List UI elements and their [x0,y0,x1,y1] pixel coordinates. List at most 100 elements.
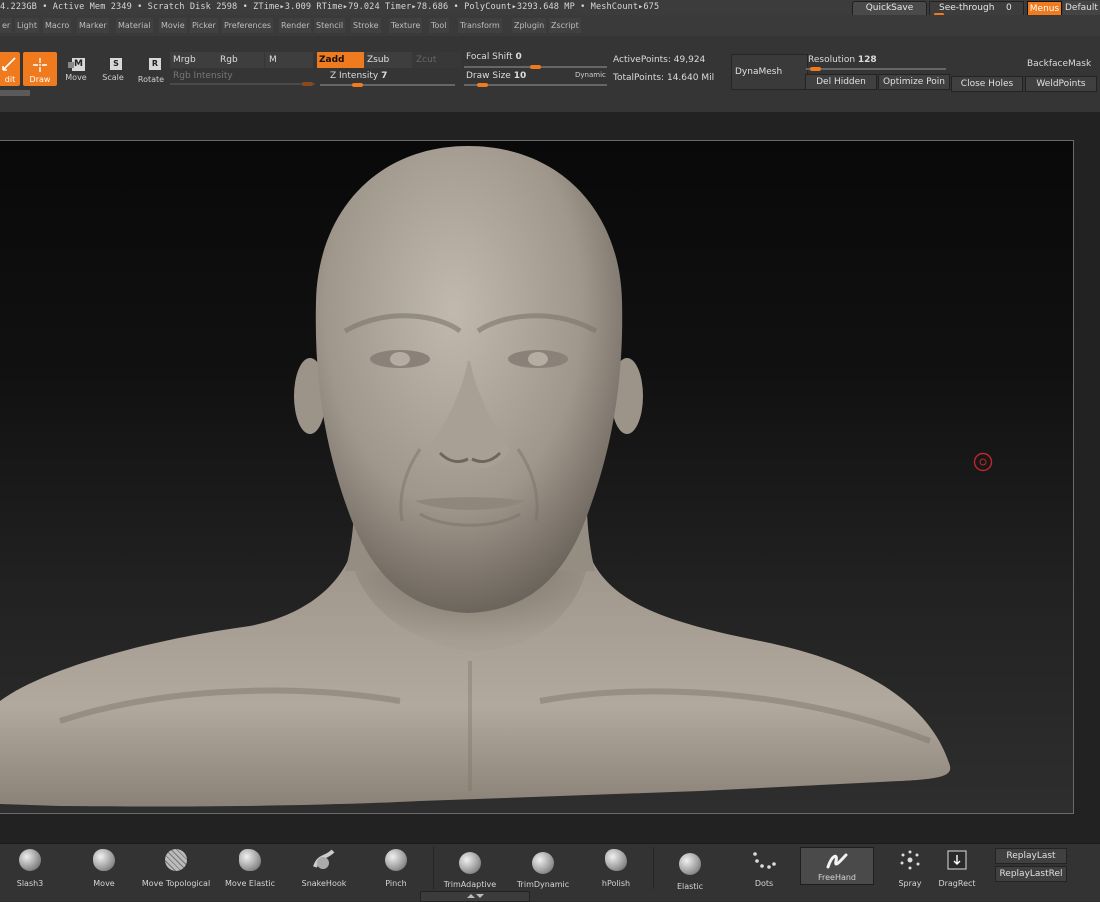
menu-item-zscript[interactable]: Zscript [549,18,581,33]
menu-item-tool[interactable]: Tool [429,18,449,33]
replay-last-rel-button[interactable]: ReplayLastRel [995,866,1067,882]
zadd-button[interactable]: Zadd [317,52,364,68]
menu-item-light[interactable]: Light [15,18,39,33]
move-brush-icon [93,849,115,871]
resolution-control[interactable]: Resolution 128 [808,55,877,65]
menu-item-layer[interactable]: er [0,18,13,33]
resolution-knob[interactable] [810,67,821,71]
resolution-slider[interactable] [806,68,946,70]
focal-shift-control[interactable]: Focal Shift 0 [466,52,522,62]
menu-item-render[interactable]: Render [279,18,312,33]
see-through-label: See-through [939,3,995,13]
see-through-value: 0 [1006,3,1012,13]
stroke-dragrect[interactable]: DragRect [934,843,980,893]
freehand-stroke-icon [826,853,848,869]
zsub-button[interactable]: Zsub [364,52,412,68]
hpolish-icon [605,849,627,871]
default-button[interactable]: Default [1063,1,1100,16]
menu-item-texture[interactable]: Texture [389,18,423,33]
menu-item-preferences[interactable]: Preferences [222,18,274,33]
draw-size-control[interactable]: Draw Size 10 [466,71,526,81]
status-readout: 4.223GB • Active Mem 2349 • Scratch Disk… [0,2,660,12]
menu-item-movie[interactable]: Movie [159,18,187,33]
focal-shift-knob[interactable] [530,65,541,69]
brush-move-elastic[interactable]: Move Elastic [220,843,280,893]
active-points-readout: ActivePoints: 49,924 [613,55,706,65]
pinch-icon [385,849,407,871]
menu-item-transform[interactable]: Transform [458,18,502,33]
shelf-scroll-handle[interactable] [0,90,30,96]
brush-hpolish[interactable]: hPolish [588,843,644,893]
rgb-intensity-label: Rgb Intensity [173,71,233,81]
edit-icon [2,57,16,71]
z-intensity-knob[interactable] [352,83,363,87]
brush-trimadaptive[interactable]: TrimAdaptive [440,843,500,893]
menu-item-macro[interactable]: Macro [43,18,72,33]
brush-move[interactable]: Move [78,843,130,893]
menu-item-stencil[interactable]: Stencil [314,18,346,33]
snakehook-icon [313,849,335,869]
backface-mask-toggle[interactable]: BackfaceMask [1027,59,1091,69]
draw-size-label: Draw Size [466,71,511,81]
brush-move-topological[interactable]: Move Topological [140,843,212,893]
resolution-label: Resolution [808,55,856,65]
elastic-icon [679,853,701,875]
edit-button[interactable]: dit [0,52,20,86]
m-button[interactable]: M [265,52,313,68]
dynamesh-button[interactable]: DynaMesh [731,54,808,90]
weld-points-button[interactable]: WeldPoints [1025,76,1097,92]
z-intensity-value: 7 [381,71,388,81]
close-holes-button[interactable]: Close Holes [951,76,1023,92]
dragrect-stroke-icon [947,850,967,870]
menu-item-zplugin[interactable]: Zplugin [512,18,547,33]
rgb-intensity-slider[interactable] [170,83,315,85]
rotate-mode-icon: R [149,58,161,70]
stroke-dots[interactable]: Dots [738,843,790,893]
document-viewport[interactable] [0,140,1074,814]
brush-slash3[interactable]: Slash3 [4,843,56,893]
dots-stroke-icon [753,852,776,869]
zcut-button[interactable]: Zcut [412,52,461,68]
slash3-icon [19,849,41,871]
menu-item-picker[interactable]: Picker [190,18,218,33]
optimize-points-button[interactable]: Optimize Poin [878,74,950,90]
total-points-readout: TotalPoints: 14.640 Mil [613,73,715,83]
z-intensity-control[interactable]: Z Intensity 7 [330,71,387,81]
tray-toggle-icon [467,894,484,898]
menu-item-stroke[interactable]: Stroke [351,18,381,33]
sculpt-bust [0,146,951,807]
brush-pinch[interactable]: Pinch [368,843,424,893]
move-elastic-icon [239,849,261,871]
rgb-button[interactable]: Rgb [217,52,264,68]
z-intensity-label: Z Intensity [330,71,379,81]
dynamic-toggle[interactable]: Dynamic [575,71,606,79]
menu-item-marker[interactable]: Marker [77,18,109,33]
scale-mode-icon: S [110,58,122,70]
menu-item-material[interactable]: Material [116,18,153,33]
mrgb-button[interactable]: Mrgb [170,52,217,68]
spray-stroke-icon [900,850,920,870]
rotate-mode-button[interactable]: R Rotate [134,52,168,86]
replay-last-button[interactable]: ReplayLast [995,848,1067,864]
draw-size-knob[interactable] [477,83,488,87]
z-intensity-slider[interactable] [320,84,455,86]
brush-snakehook[interactable]: SnakeHook [294,843,354,893]
scale-mode-button[interactable]: S Scale [96,52,130,86]
brush-elastic[interactable]: Elastic [662,843,718,893]
brush-trimdynamic[interactable]: TrimDynamic [513,843,573,893]
brush-cursor-icon [973,452,993,472]
bottom-tray-handle[interactable] [420,891,530,902]
draw-button[interactable]: Draw [23,52,57,86]
rgb-intensity-knob[interactable] [302,82,313,86]
stroke-spray[interactable]: Spray [884,843,936,893]
move-mode-button[interactable]: M Move [59,52,93,86]
draw-size-value: 10 [513,71,527,81]
trimdynamic-icon [532,852,554,874]
trimadaptive-icon [459,852,481,874]
resolution-value: 128 [857,55,877,65]
del-hidden-button[interactable]: Del Hidden [805,74,877,90]
move-topological-icon [165,849,187,871]
stroke-freehand[interactable]: FreeHand [800,847,874,885]
focal-shift-value: 0 [515,52,522,62]
draw-crosshair-icon [33,58,47,72]
